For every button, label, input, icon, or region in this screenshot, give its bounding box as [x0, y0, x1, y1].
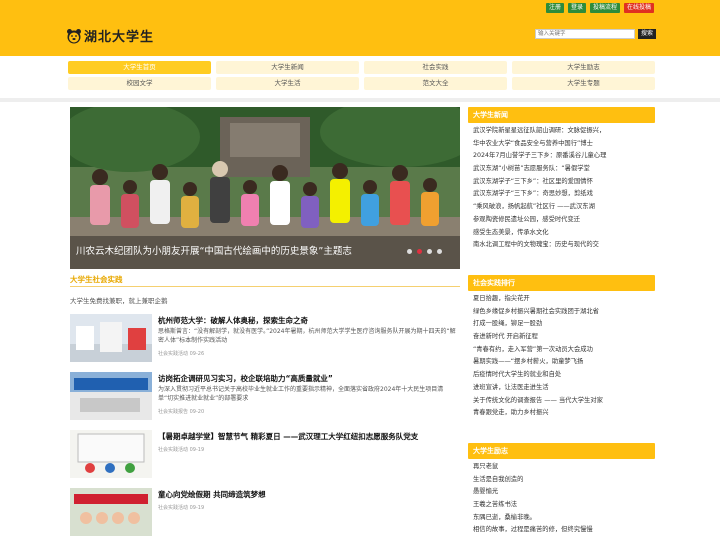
slide-dot-3[interactable]	[427, 249, 432, 254]
login-link[interactable]: 登录	[567, 3, 586, 13]
panel-title[interactable]: 大学生励志	[468, 443, 655, 459]
nav-item-essays[interactable]: 范文大全	[364, 77, 507, 90]
article-item[interactable]: 童心向党绘假期 共同缔造筑梦想 社会实践活动 09-19	[70, 488, 460, 536]
list-item[interactable]: 武汉东湖学子“三下乡”：奇思妙想，剪纸戏	[473, 188, 655, 201]
article-meta: 社会实践活动 09-26	[158, 351, 205, 357]
article-title[interactable]: 杭州师范大学：破解人体奥秘，探索生命之奇	[158, 315, 308, 326]
list-item[interactable]: 南水北调工程中的文物瑰宝：历史与现代的交	[473, 239, 655, 252]
list-item[interactable]: 后疫情时代大学生的就业和自处	[473, 369, 655, 382]
news-panel: 大学生新闻 武汉学院新星星远征队韶山调研：文脉促振兴， 华中农业大学“食品安全与…	[468, 107, 655, 252]
list-item[interactable]: 武汉东湖“小树苗”志愿服务队：“暑假学堂	[473, 163, 655, 176]
list-item[interactable]: 愚婴愉光	[473, 486, 655, 499]
list-item[interactable]: “乘风破浪，扬帆起航”社区行 ——武汉东湖	[473, 201, 655, 214]
nav-item-literature[interactable]: 校园文学	[68, 77, 211, 90]
list-item[interactable]: 东隅已逝，桑榆非晚。	[473, 512, 655, 525]
panel-title[interactable]: 社会实践排行	[468, 275, 655, 291]
slide-dot-4[interactable]	[437, 249, 442, 254]
list-item[interactable]: 进班宣讲，让法医走进生活	[473, 382, 655, 395]
banner-caption[interactable]: 川农云木纪团队为小朋友开展“中国古代绘画中的历史景象”主题志	[76, 243, 352, 257]
list-item[interactable]: 华中农业大学“食品安全与营养中国行”博士	[473, 138, 655, 151]
article-thumbnail[interactable]	[70, 488, 152, 536]
ranking-list: 夏日拾趣，指尖花开 绿色乡缘促乡村振兴暑期社会实践团于湖北省 打成一股绳，铆足一…	[468, 293, 655, 420]
list-item[interactable]: 奋进新时代 开启新征程	[473, 331, 655, 344]
submit-process-link[interactable]: 投稿流程	[589, 3, 620, 13]
article-title[interactable]: 童心向党绘假期 共同缔造筑梦想	[158, 489, 266, 500]
list-item[interactable]: 再只老鼠	[473, 461, 655, 474]
list-item[interactable]: 绿色乡缘促乡村振兴暑期社会实践团于湖北省	[473, 306, 655, 319]
article-meta: 社会实践活动 09-19	[158, 505, 205, 511]
article-item[interactable]: 【暑期卓越学堂】智慧节气 精彩夏日 ——武汉理工大学红纽扣志愿服务队党支 社会实…	[70, 430, 460, 478]
banner-caption-bar: 川农云木纪团队为小朋友开展“中国古代绘画中的历史景象”主题志	[70, 236, 460, 269]
main-nav: 大学生首页 大学生新闻 社会实践 大学生励志 校园文学 大学生活 范文大全 大学…	[68, 61, 655, 90]
panel-title[interactable]: 大学生新闻	[468, 107, 655, 123]
search-button[interactable]: 搜索	[638, 29, 656, 39]
article-meta: 社会实践活动 09-19	[158, 447, 205, 453]
list-item[interactable]: 青春跟党走，助力乡村振兴	[473, 407, 655, 420]
list-item[interactable]: “青春有约，走入军营”第一次动员大会成功	[473, 344, 655, 357]
practice-ranking-panel: 社会实践排行 夏日拾趣，指尖花开 绿色乡缘促乡村振兴暑期社会实践团于湖北省 打成…	[468, 275, 655, 420]
nav-item-topics[interactable]: 大学生专题	[512, 77, 655, 90]
bear-logo-icon	[67, 28, 81, 43]
list-item[interactable]: 王羲之苦练书法	[473, 499, 655, 512]
list-item[interactable]: 武汉东湖学子“三下乡”：社区里的爱国情怀	[473, 176, 655, 189]
nav-item-inspiration[interactable]: 大学生励志	[512, 61, 655, 74]
list-item[interactable]: 夏日拾趣，指尖花开	[473, 293, 655, 306]
header-divider	[0, 98, 720, 102]
search-input[interactable]	[535, 29, 635, 39]
article-thumbnail[interactable]	[70, 372, 152, 420]
list-item[interactable]: 暑期实践——“摆乡村薪火，助童梦飞扬	[473, 356, 655, 369]
site-logo[interactable]: 湖北大学生	[66, 26, 154, 45]
list-item[interactable]: 相信的故事，过程是痛苦的修，但终究慢慢	[473, 524, 655, 537]
news-list: 武汉学院新星星远征队韶山调研：文脉促振兴， 华中农业大学“食品安全与营养中国行”…	[468, 125, 655, 252]
list-item[interactable]: 参观陶瓷修民遗址公园，感受时代变迁	[473, 214, 655, 227]
online-submit-link[interactable]: 在线投稿	[623, 3, 654, 13]
nav-item-practice[interactable]: 社会实践	[364, 61, 507, 74]
article-title[interactable]: 【暑期卓越学堂】智慧节气 精彩夏日 ——武汉理工大学红纽扣志愿服务队党支	[158, 431, 418, 442]
list-item[interactable]: 武汉学院新星星远征队韶山调研：文脉促振兴，	[473, 125, 655, 138]
article-summary: 思格斯曾言：“没有解剖学，就没有医学。”2024年暑期，杭州师范大学学生医疗咨询…	[158, 328, 456, 344]
article-title[interactable]: 访岗拓企调研见习实习，校企联培助力“高质量就业”	[158, 373, 333, 384]
nav-item-life[interactable]: 大学生活	[216, 77, 359, 90]
top-links: 注册 登录 投稿流程 在线投稿	[545, 3, 654, 13]
article-thumbnail[interactable]	[70, 430, 152, 478]
slide-dot-1[interactable]	[407, 249, 412, 254]
article-thumbnail[interactable]	[70, 314, 152, 362]
article-summary: 为深入贯彻习近平总书记关于高校毕业生就业工作的重要指示精神，全面落实省政府202…	[158, 386, 444, 402]
list-item[interactable]: 打成一股绳，铆足一股劲	[473, 318, 655, 331]
nav-item-news[interactable]: 大学生新闻	[216, 61, 359, 74]
article-meta: 社会实践报告 09-20	[158, 409, 205, 415]
list-item[interactable]: 关于传统文化的调查报告 —— 当代大学生对家	[473, 395, 655, 408]
inspiration-panel: 大学生励志 再只老鼠 生活是自我创造的 愚婴愉光 王羲之苦练书法 东隅已逝，桑榆…	[468, 443, 655, 537]
inspiration-list: 再只老鼠 生活是自我创造的 愚婴愉光 王羲之苦练书法 东隅已逝，桑榆非晚。 相信…	[468, 461, 655, 537]
article-item[interactable]: 杭州师范大学：破解人体奥秘，探索生命之奇 思格斯曾言：“没有解剖学，就没有医学。…	[70, 314, 460, 362]
slide-dot-2[interactable]	[417, 249, 422, 254]
register-link[interactable]: 注册	[545, 3, 564, 13]
nav-item-home[interactable]: 大学生首页	[68, 61, 211, 74]
list-item[interactable]: 2024年7月山誉学子三下乡：原番溪谷儿童心理	[473, 150, 655, 163]
list-item[interactable]: 感受生态美景，传承水文化	[473, 227, 655, 240]
section-divider	[70, 286, 460, 287]
section-title[interactable]: 大学生社会实践	[70, 274, 123, 285]
article-item[interactable]: 访岗拓企调研见习实习，校企联培助力“高质量就业” 为深入贯彻习近平总书记关于高校…	[70, 372, 460, 420]
slide-indicators	[407, 249, 442, 254]
list-item[interactable]: 生活是自我创造的	[473, 474, 655, 487]
logo-text: 湖北大学生	[84, 30, 155, 45]
section-description[interactable]: 大学生免费找兼职，就上兼职企鹅	[70, 295, 168, 305]
